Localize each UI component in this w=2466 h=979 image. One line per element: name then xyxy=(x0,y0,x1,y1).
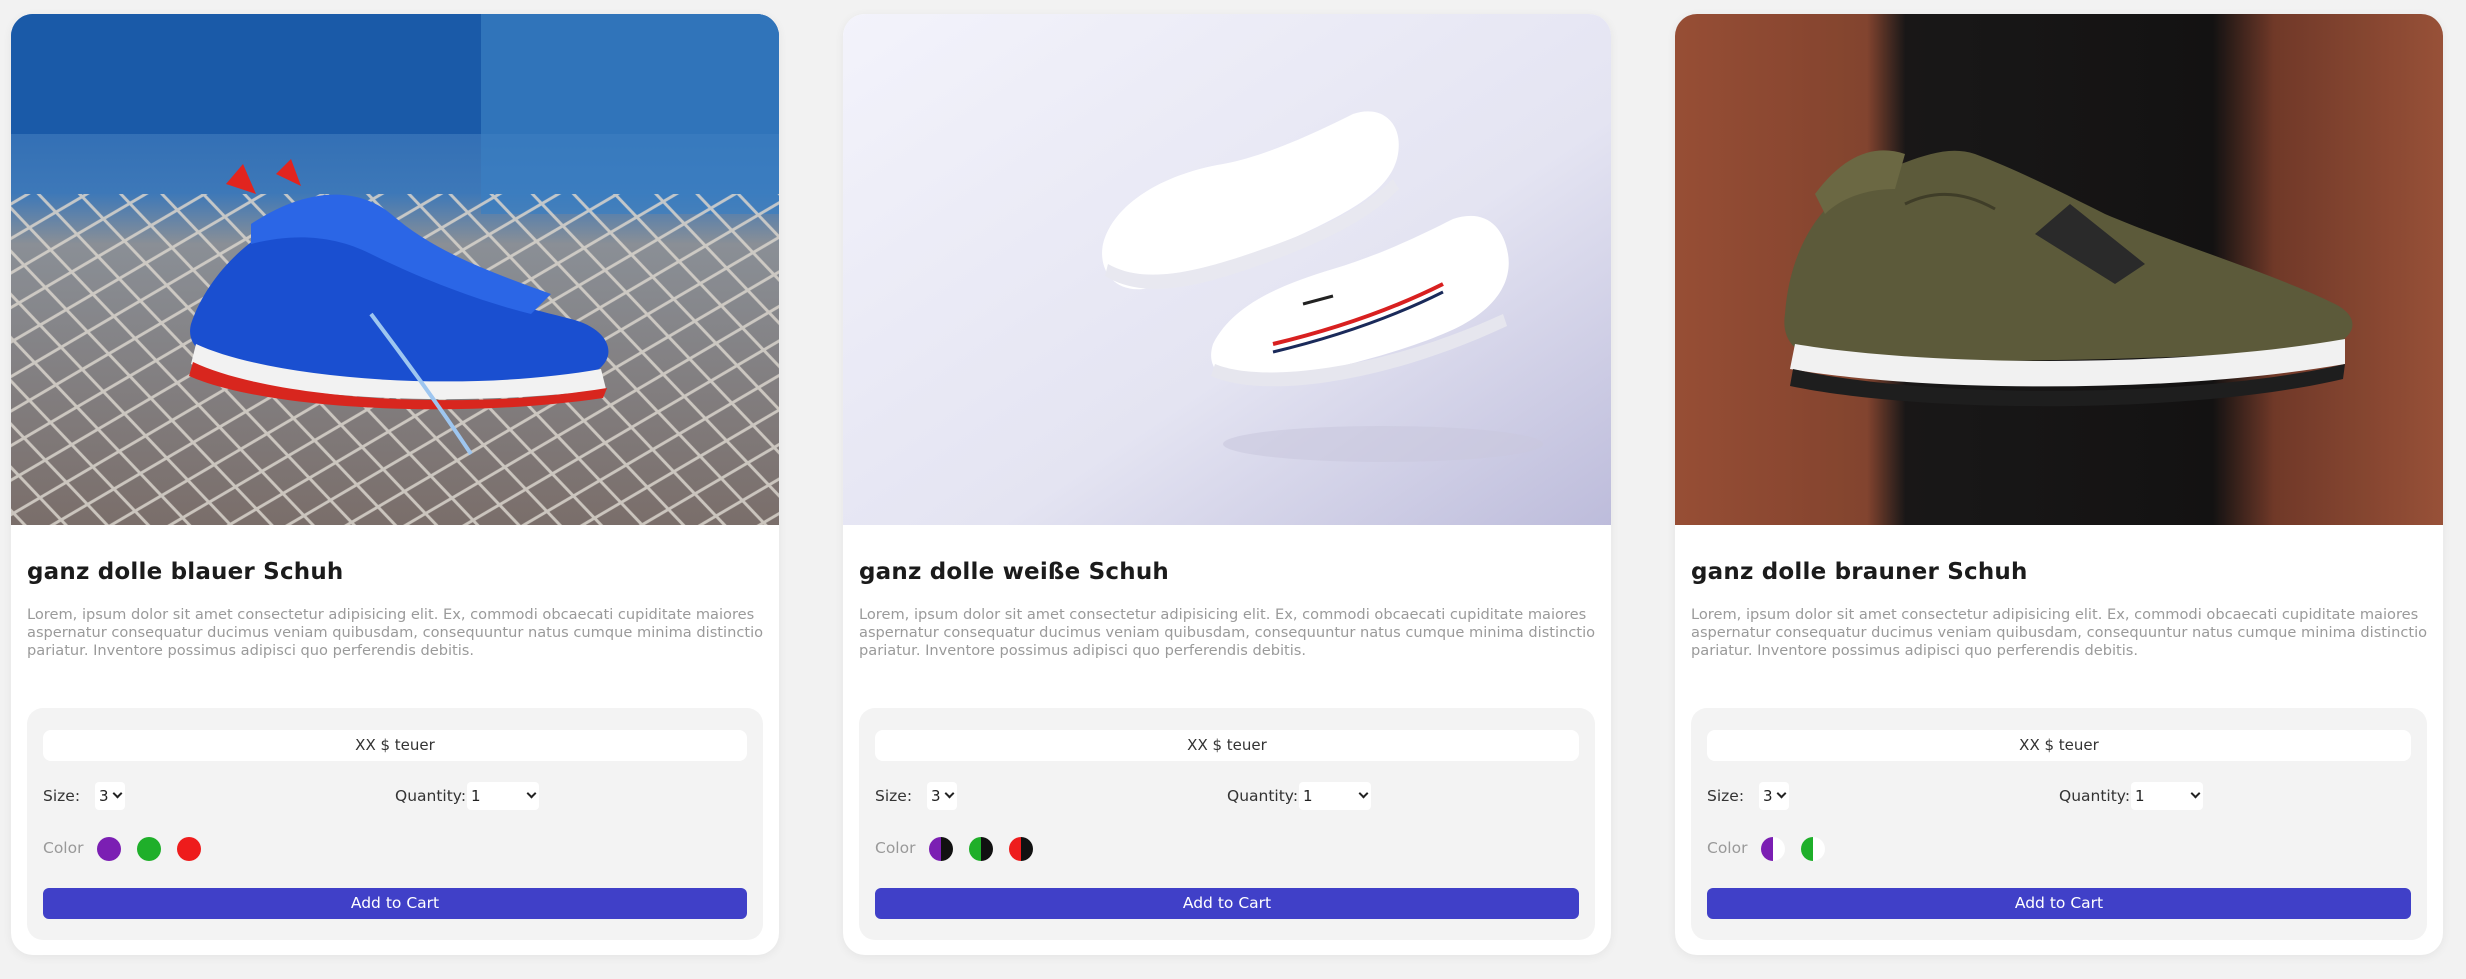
size-select[interactable]: 3 xyxy=(927,782,957,810)
color-swatch-purple[interactable] xyxy=(1761,837,1785,861)
add-to-cart-button[interactable]: Add to Cart xyxy=(875,888,1579,919)
product-card: ganz dolle blauer Schuh Lorem, ipsum dol… xyxy=(11,14,779,955)
chevron-down-icon xyxy=(2190,788,2201,799)
quantity-select[interactable]: 1 xyxy=(467,782,539,810)
chevron-down-icon xyxy=(1358,788,1369,799)
quantity-label: Quantity: xyxy=(2059,787,2131,805)
product-description: Lorem, ipsum dolor sit amet consectetur … xyxy=(859,606,1596,659)
product-options-panel: XX $ teuer Size: 3 Quantity: 1 Color Add… xyxy=(27,708,763,940)
color-label: Color xyxy=(875,839,916,857)
product-image-white-sneaker xyxy=(843,14,1611,525)
quantity-select[interactable]: 1 xyxy=(1299,782,1371,810)
color-swatch-purple[interactable] xyxy=(97,837,121,861)
size-label: Size: xyxy=(43,787,81,805)
product-description: Lorem, ipsum dolor sit amet consectetur … xyxy=(27,606,764,659)
product-image-olive-sneaker xyxy=(1675,14,2443,525)
quantity-select[interactable]: 1 xyxy=(2131,782,2203,810)
quantity-label: Quantity: xyxy=(395,787,467,805)
chevron-down-icon xyxy=(112,788,123,799)
color-swatch-green[interactable] xyxy=(969,837,993,861)
product-title: ganz dolle brauner Schuh xyxy=(1691,559,2028,585)
price-display: XX $ teuer xyxy=(1707,730,2411,761)
product-card: ganz dolle weiße Schuh Lorem, ipsum dolo… xyxy=(843,14,1611,955)
quantity-select-value: 1 xyxy=(2135,787,2145,805)
chevron-down-icon xyxy=(526,788,537,799)
chevron-down-icon xyxy=(1776,788,1787,799)
color-swatch-green[interactable] xyxy=(1801,837,1825,861)
color-label: Color xyxy=(1707,839,1748,857)
size-label: Size: xyxy=(875,787,913,805)
size-select-value: 3 xyxy=(931,787,941,805)
chevron-down-icon xyxy=(944,788,955,799)
size-select-value: 3 xyxy=(1763,787,1773,805)
color-label: Color xyxy=(43,839,84,857)
product-image-blue-sneaker xyxy=(11,14,779,525)
size-label: Size: xyxy=(1707,787,1745,805)
color-swatch-red[interactable] xyxy=(1009,837,1033,861)
quantity-select-value: 1 xyxy=(471,787,481,805)
price-display: XX $ teuer xyxy=(875,730,1579,761)
quantity-select-value: 1 xyxy=(1303,787,1313,805)
quantity-label: Quantity: xyxy=(1227,787,1299,805)
product-options-panel: XX $ teuer Size: 3 Quantity: 1 Color Add… xyxy=(1691,708,2427,940)
add-to-cart-button[interactable]: Add to Cart xyxy=(1707,888,2411,919)
add-to-cart-button[interactable]: Add to Cart xyxy=(43,888,747,919)
size-select[interactable]: 3 xyxy=(1759,782,1789,810)
product-card: ganz dolle brauner Schuh Lorem, ipsum do… xyxy=(1675,14,2443,955)
price-display: XX $ teuer xyxy=(43,730,747,761)
size-select[interactable]: 3 xyxy=(95,782,125,810)
product-options-panel: XX $ teuer Size: 3 Quantity: 1 Color Add… xyxy=(859,708,1595,940)
size-select-value: 3 xyxy=(99,787,109,805)
product-description: Lorem, ipsum dolor sit amet consectetur … xyxy=(1691,606,2428,659)
color-swatch-red[interactable] xyxy=(177,837,201,861)
product-title: ganz dolle blauer Schuh xyxy=(27,559,344,585)
color-swatch-purple[interactable] xyxy=(929,837,953,861)
product-title: ganz dolle weiße Schuh xyxy=(859,559,1169,585)
color-swatch-green[interactable] xyxy=(137,837,161,861)
